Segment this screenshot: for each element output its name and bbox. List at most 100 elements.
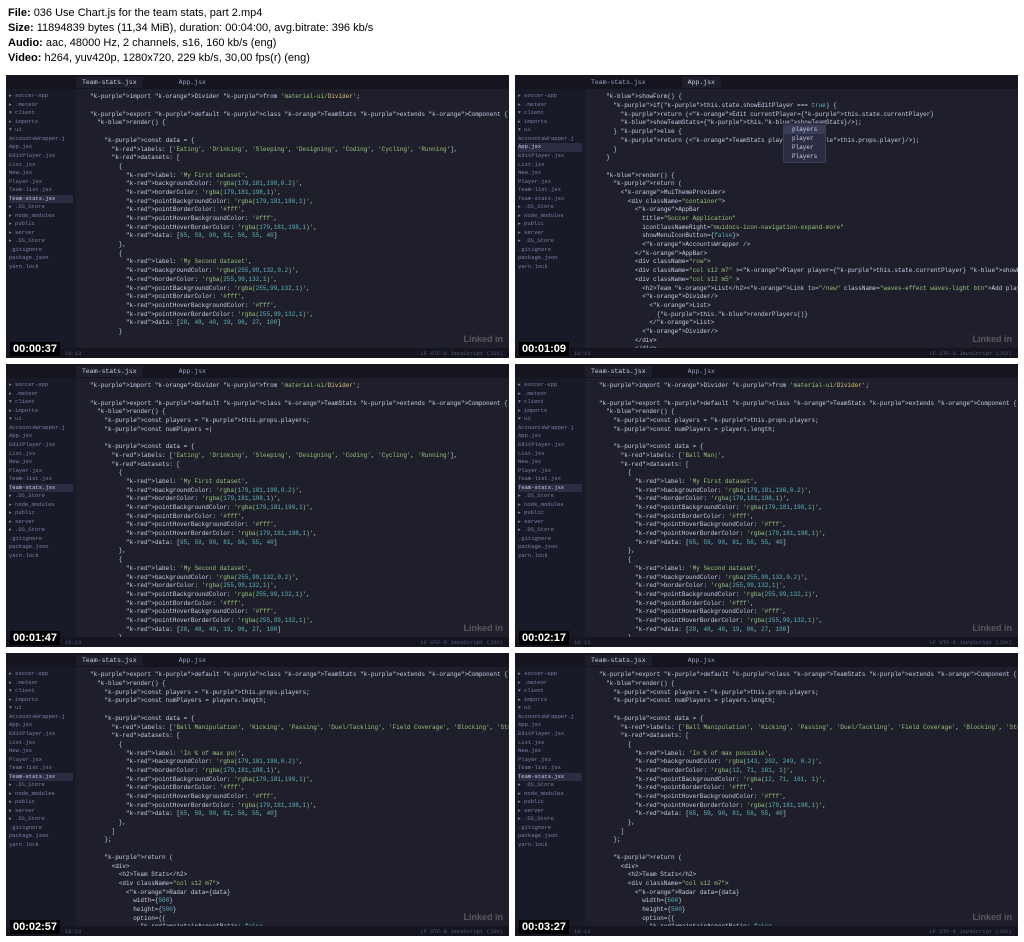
tree-item[interactable]: ▾ client (518, 687, 582, 696)
tree-item[interactable]: AccountsWrapper.j (9, 135, 73, 144)
tree-item[interactable]: ▸ imports (518, 696, 582, 705)
tab-team-stats[interactable]: Team-stats.jsx (585, 655, 652, 666)
tree-item[interactable]: ▸ soccer-app (9, 670, 73, 679)
tree-item[interactable]: .gitignore (9, 824, 73, 833)
file-tree[interactable]: ▸ soccer-app ▸ .meteor ▾ client ▸ import… (6, 378, 76, 637)
tab-team-stats[interactable]: Team-stats.jsx (76, 77, 143, 88)
tree-item[interactable]: EditPlayer.jsx (9, 152, 73, 161)
autocomplete-item[interactable]: Players (784, 152, 825, 161)
tree-item[interactable]: AccountsWrapper.j (9, 713, 73, 722)
tree-item[interactable]: EditPlayer.jsx (518, 152, 582, 161)
tree-item[interactable]: ▾ client (9, 687, 73, 696)
tree-item[interactable]: List.jsx (9, 739, 73, 748)
tree-item[interactable]: ▸ .DS_Store (9, 492, 73, 501)
tab-app[interactable]: App.jsx (682, 366, 721, 377)
tree-item[interactable]: .gitignore (9, 246, 73, 255)
code-editor[interactable]: "k-purple">export "k-purple">default "k-… (585, 667, 1018, 926)
tree-item[interactable]: Team-stats.jsx (9, 484, 73, 493)
tab-app[interactable]: App.jsx (682, 77, 721, 88)
thumbnail-3[interactable]: Team-stats.jsx App.jsx▸ soccer-app ▸ .met… (6, 364, 509, 647)
file-tree[interactable]: ▸ soccer-app ▸ .meteor ▾ client ▸ import… (515, 667, 585, 926)
tree-item[interactable]: New.jsx (518, 747, 582, 756)
tree-item[interactable]: ▾ client (9, 398, 73, 407)
tree-item[interactable]: New.jsx (518, 169, 582, 178)
tree-item[interactable]: Team-list.jsx (518, 186, 582, 195)
tree-item[interactable]: EditPlayer.jsx (518, 730, 582, 739)
tree-item[interactable]: AccountsWrapper.j (518, 135, 582, 144)
tree-item[interactable]: ▾ ui (518, 415, 582, 424)
tree-item[interactable]: ▸ .meteor (9, 679, 73, 688)
tree-item[interactable]: ▸ node_modules (9, 501, 73, 510)
tree-item[interactable]: ▸ .DS_Store (518, 781, 582, 790)
tree-item[interactable]: ▸ .meteor (9, 101, 73, 110)
tree-item[interactable]: .gitignore (518, 535, 582, 544)
tree-item[interactable]: New.jsx (9, 747, 73, 756)
tree-item[interactable]: ▾ ui (518, 126, 582, 135)
tree-item[interactable]: ▸ server (9, 518, 73, 527)
tree-item[interactable]: ▸ public (9, 509, 73, 518)
tree-item[interactable]: New.jsx (9, 458, 73, 467)
tree-item[interactable]: ▸ server (518, 807, 582, 816)
tree-item[interactable]: Player.jsx (518, 178, 582, 187)
tree-item[interactable]: New.jsx (9, 169, 73, 178)
autocomplete-item[interactable]: player (784, 134, 825, 143)
tree-item[interactable]: ▸ server (9, 229, 73, 238)
tree-item[interactable]: ▸ .DS_Store (9, 203, 73, 212)
tab-app[interactable]: App.jsx (173, 77, 212, 88)
tree-item[interactable]: ▸ .DS_Store (518, 815, 582, 824)
thumbnail-2[interactable]: Team-stats.jsx App.jsx ▸ soccer-app ▸ .met… (515, 75, 1018, 358)
thumbnail-6[interactable]: Team-stats.jsx App.jsx▸ soccer-app ▸ .met… (515, 653, 1018, 936)
tree-item[interactable]: AccountsWrapper.j (518, 713, 582, 722)
tree-item[interactable]: ▾ client (518, 398, 582, 407)
tree-item[interactable]: Team-stats.jsx (518, 773, 582, 782)
tree-item[interactable]: ▸ .DS_Store (518, 526, 582, 535)
tree-item[interactable]: yarn.lock (518, 841, 582, 850)
tree-item[interactable]: App.jsx (9, 143, 73, 152)
tab-team-stats[interactable]: Team-stats.jsx (585, 77, 652, 88)
tree-item[interactable]: ▸ .DS_Store (9, 526, 73, 535)
tree-item[interactable]: List.jsx (518, 739, 582, 748)
tree-item[interactable]: .gitignore (518, 824, 582, 833)
tree-item[interactable]: App.jsx (9, 432, 73, 441)
tree-item[interactable]: ▸ soccer-app (518, 670, 582, 679)
tree-item[interactable]: Team-list.jsx (518, 764, 582, 773)
tree-item[interactable]: package.json (9, 254, 73, 263)
tree-item[interactable]: ▸ .DS_Store (9, 781, 73, 790)
tree-item[interactable]: ▸ imports (9, 407, 73, 416)
tree-item[interactable]: ▸ node_modules (518, 790, 582, 799)
tree-item[interactable]: ▾ client (9, 109, 73, 118)
tab-team-stats[interactable]: Team-stats.jsx (76, 655, 143, 666)
tree-item[interactable]: ▾ ui (9, 704, 73, 713)
tree-item[interactable]: yarn.lock (9, 263, 73, 272)
tree-item[interactable]: ▾ ui (9, 415, 73, 424)
tree-item[interactable]: EditPlayer.jsx (9, 441, 73, 450)
autocomplete-popup[interactable]: playersplayerPlayerPlayers (783, 123, 826, 163)
code-editor[interactable]: "k-purple">export "k-purple">default "k-… (76, 667, 509, 926)
tree-item[interactable]: App.jsx (518, 432, 582, 441)
thumbnail-1[interactable]: Team-stats.jsxApp.jsx▸ soccer-app ▸ .met… (6, 75, 509, 358)
tree-item[interactable]: ▸ imports (9, 696, 73, 705)
tree-item[interactable]: New.jsx (518, 458, 582, 467)
tree-item[interactable]: ▸ .DS_Store (518, 237, 582, 246)
tab-team-stats[interactable]: Team-stats.jsx (76, 366, 143, 377)
tree-item[interactable]: yarn.lock (9, 841, 73, 850)
tree-item[interactable]: ▸ imports (518, 118, 582, 127)
tree-item[interactable]: ▸ public (9, 220, 73, 229)
thumbnail-4[interactable]: Team-stats.jsxApp.jsx▸ soccer-app ▸ .met… (515, 364, 1018, 647)
tree-item[interactable]: Team-stats.jsx (518, 195, 582, 204)
tree-item[interactable]: Team-list.jsx (518, 475, 582, 484)
tree-item[interactable]: App.jsx (518, 721, 582, 730)
thumbnail-5[interactable]: Team-stats.jsxApp.jsx▸ soccer-app ▸ .met… (6, 653, 509, 936)
tree-item[interactable]: ▸ imports (518, 407, 582, 416)
tree-item[interactable]: List.jsx (9, 161, 73, 170)
tree-item[interactable]: ▾ ui (518, 704, 582, 713)
file-tree[interactable]: ▸ soccer-app ▸ .meteor ▾ client ▸ import… (6, 667, 76, 926)
tree-item[interactable]: ▸ node_modules (518, 212, 582, 221)
tree-item[interactable]: ▸ .DS_Store (9, 237, 73, 246)
file-tree[interactable]: ▸ soccer-app ▸ .meteor ▾ client ▸ import… (515, 89, 585, 348)
tree-item[interactable]: Team-stats.jsx (9, 195, 73, 204)
tree-item[interactable]: ▸ node_modules (9, 790, 73, 799)
tree-item[interactable]: ▸ server (518, 229, 582, 238)
tree-item[interactable]: Team-stats.jsx (9, 773, 73, 782)
tree-item[interactable]: ▸ soccer-app (9, 381, 73, 390)
